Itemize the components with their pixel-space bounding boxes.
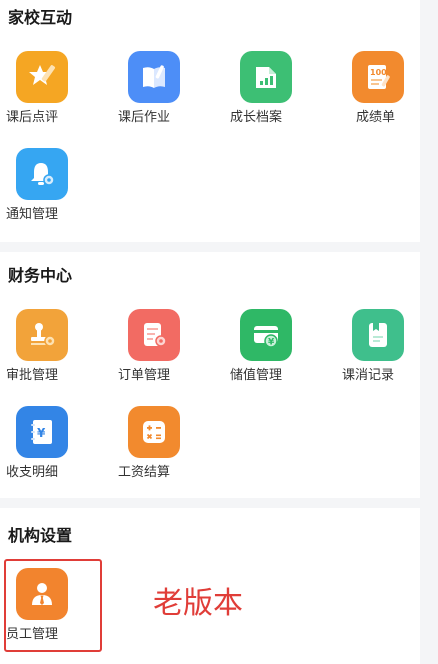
record-book-icon bbox=[369, 323, 387, 347]
section-title: 机构设置 bbox=[8, 526, 73, 545]
menu-item-label: 工资结算 bbox=[118, 465, 171, 480]
menu-item-label: 成长档案 bbox=[230, 110, 283, 125]
menu-item-salary-settlement[interactable]: 工资结算 bbox=[116, 406, 200, 494]
order-gear-icon bbox=[144, 323, 167, 347]
menu-item-approval-management[interactable]: 审批管理 bbox=[4, 309, 88, 397]
wallet-yen-icon: ¥ bbox=[254, 326, 278, 348]
menu-item-growth-archive[interactable]: 成长档案 bbox=[228, 51, 312, 139]
tile bbox=[352, 309, 404, 361]
ledger-yen-icon: ¥ bbox=[31, 420, 52, 444]
section-title: 家校互动 bbox=[8, 8, 73, 27]
svg-text:¥: ¥ bbox=[37, 426, 46, 440]
tile bbox=[128, 309, 180, 361]
svg-text:¥: ¥ bbox=[268, 338, 275, 348]
menu-item-notice-management[interactable]: 通知管理 bbox=[4, 148, 88, 236]
menu-item-label: 储值管理 bbox=[230, 368, 283, 383]
pencil-star-icon bbox=[29, 65, 56, 85]
section-finance: 财务中心 审批管理 订单管理 ¥ 储值管理 课消记录 ¥ 收支明细 工资结算 bbox=[0, 252, 420, 498]
tile bbox=[16, 568, 68, 620]
staff-person-icon bbox=[32, 583, 52, 605]
menu-item-label: 课后作业 bbox=[118, 110, 171, 125]
notebook-pen-icon bbox=[143, 65, 165, 88]
menu-item-label: 课后点评 bbox=[6, 110, 59, 125]
tile: ¥ bbox=[16, 406, 68, 458]
tile: ¥ bbox=[240, 309, 292, 361]
tile bbox=[16, 51, 68, 103]
menu-item-label: 收支明细 bbox=[6, 465, 59, 480]
menu-item-order-management[interactable]: 订单管理 bbox=[116, 309, 200, 397]
tile bbox=[240, 51, 292, 103]
menu-item-stored-value[interactable]: ¥ 储值管理 bbox=[228, 309, 312, 397]
calculator-icon bbox=[143, 421, 165, 443]
tile bbox=[16, 309, 68, 361]
menu-item-label: 通知管理 bbox=[6, 207, 59, 222]
section-home-school: 家校互动 课后点评 课后作业 成长档案 100 成绩单 通知管理 bbox=[0, 0, 420, 242]
menu-item-label: 成绩单 bbox=[356, 110, 396, 125]
svg-text:100: 100 bbox=[370, 68, 387, 77]
stamp-gear-icon bbox=[31, 323, 56, 347]
menu-item-after-class-review[interactable]: 课后点评 bbox=[4, 51, 88, 139]
menu-item-income-expense[interactable]: ¥ 收支明细 bbox=[4, 406, 88, 494]
tile bbox=[128, 51, 180, 103]
menu-item-staff-management[interactable]: 员工管理 bbox=[4, 568, 88, 656]
tile bbox=[16, 148, 68, 200]
menu-item-label: 课消记录 bbox=[342, 368, 395, 383]
menu-item-report-card[interactable]: 100 成绩单 bbox=[340, 51, 424, 139]
score-sheet-icon: 100 bbox=[368, 65, 390, 89]
menu-item-label: 订单管理 bbox=[118, 368, 171, 383]
annotation-text: 老版本 bbox=[153, 586, 243, 621]
menu-item-label: 员工管理 bbox=[6, 627, 59, 642]
bell-gear-icon bbox=[31, 163, 55, 186]
menu-item-label: 审批管理 bbox=[6, 368, 59, 383]
growth-chart-folder-icon bbox=[256, 67, 276, 88]
menu-item-homework[interactable]: 课后作业 bbox=[116, 51, 200, 139]
menu-item-class-consumption[interactable]: 课消记录 bbox=[340, 309, 424, 397]
tile: 100 bbox=[352, 51, 404, 103]
section-title: 财务中心 bbox=[8, 266, 73, 285]
tile bbox=[128, 406, 180, 458]
